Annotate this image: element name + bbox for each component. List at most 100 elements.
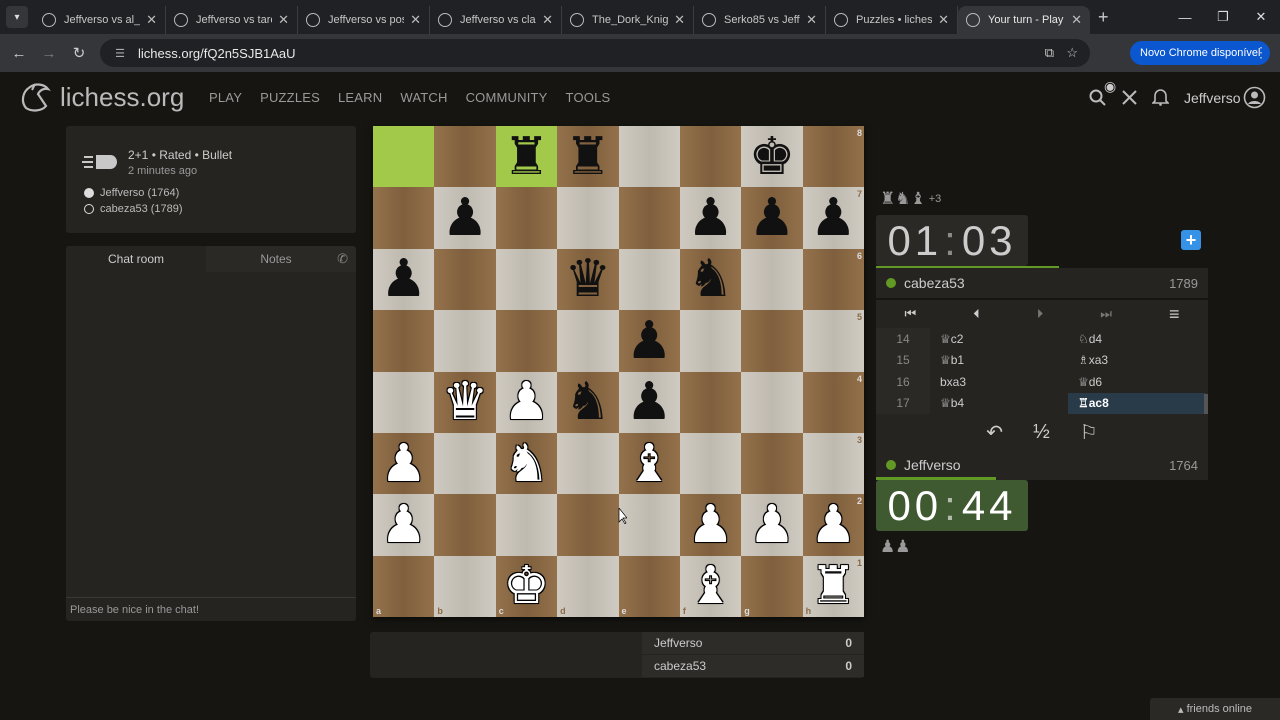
black-rook-icon[interactable]: ♜ <box>565 131 612 183</box>
browser-tab[interactable]: Jeffverso vs al_ar ✕ <box>34 6 166 34</box>
move-list-scrollbar[interactable] <box>1204 394 1208 414</box>
close-tab-icon[interactable]: ✕ <box>542 12 553 28</box>
square-f6[interactable]: ♞ <box>679 248 742 311</box>
square-b4[interactable]: ♛ <box>434 371 496 433</box>
white-pawn-icon[interactable]: ♟ <box>687 499 734 551</box>
offer-draw-button[interactable]: ½ <box>1033 421 1050 444</box>
square-a6[interactable]: ♟ <box>373 248 435 311</box>
black-player-name[interactable]: cabeza53 (1789) <box>100 203 183 215</box>
square-b1[interactable]: b <box>434 555 496 617</box>
new-tab-button[interactable]: + <box>1098 7 1109 28</box>
white-player-entry[interactable]: Jeffverso (1764) <box>84 187 179 199</box>
square-d7[interactable] <box>557 187 619 249</box>
player-name[interactable]: Jeffverso <box>904 457 961 473</box>
square-e7[interactable] <box>618 187 680 249</box>
square-d2[interactable] <box>557 494 619 556</box>
square-g1[interactable]: g <box>741 555 803 617</box>
close-tab-icon[interactable]: ✕ <box>806 12 817 28</box>
black-player-entry[interactable]: cabeza53 (1789) <box>84 203 183 215</box>
black-pawn-icon[interactable]: ♟ <box>810 192 857 244</box>
square-h4[interactable]: 4 <box>802 371 864 433</box>
white-move[interactable]: ♕c2 <box>930 328 1068 350</box>
close-tab-icon[interactable]: ✕ <box>410 12 421 28</box>
nav-tools[interactable]: TOOLS <box>566 90 611 105</box>
square-b7[interactable]: ♟ <box>434 187 496 249</box>
white-rook-icon[interactable]: ♜ <box>810 560 857 612</box>
nav-watch[interactable]: WATCH <box>400 90 447 105</box>
square-h5[interactable]: 5 <box>802 310 864 372</box>
install-app-icon[interactable]: ⧉ <box>1045 45 1054 61</box>
square-c8[interactable]: ♜ <box>495 126 558 188</box>
bookmark-star-icon[interactable]: ☆ <box>1066 45 1078 61</box>
square-c1[interactable]: ♚ c <box>495 555 558 617</box>
tab-notes[interactable]: Notes <box>206 246 346 272</box>
minimize-button[interactable]: — <box>1166 0 1204 34</box>
square-c2[interactable] <box>495 494 558 556</box>
white-pawn-icon[interactable]: ♟ <box>503 376 550 428</box>
black-knight-icon[interactable]: ♞ <box>687 253 734 305</box>
square-b3[interactable] <box>434 432 496 495</box>
black-knight-icon[interactable]: ♞ <box>565 376 612 428</box>
white-pawn-icon[interactable]: ♟ <box>749 499 796 551</box>
crosstable-name[interactable]: cabeza53 <box>654 659 706 673</box>
black-pawn-icon[interactable]: ♟ <box>626 376 673 428</box>
tab-search-dropdown[interactable]: ▾ <box>6 6 28 28</box>
white-move[interactable]: bxa3 <box>930 371 1068 393</box>
white-knight-icon[interactable]: ♞ <box>503 438 550 490</box>
chrome-update-button[interactable]: Novo Chrome disponível <box>1130 41 1271 65</box>
square-c7[interactable] <box>495 187 558 249</box>
square-c6[interactable] <box>495 248 558 311</box>
black-pawn-icon[interactable]: ♟ <box>380 253 427 305</box>
next-move-icon[interactable]: ⏵ <box>1037 306 1044 322</box>
resign-flag-icon[interactable]: ⚐ <box>1080 420 1098 445</box>
white-pawn-icon[interactable]: ♟ <box>380 438 427 490</box>
square-f8[interactable] <box>679 126 742 188</box>
square-g2[interactable]: ♟ <box>741 494 803 556</box>
square-f1[interactable]: ♝ f <box>679 555 742 617</box>
nav-learn[interactable]: LEARN <box>338 90 382 105</box>
square-f5[interactable] <box>679 310 742 372</box>
user-avatar-icon[interactable] <box>1243 86 1266 109</box>
square-e6[interactable] <box>618 248 680 311</box>
square-c5[interactable] <box>495 310 558 372</box>
square-b6[interactable] <box>434 248 496 311</box>
square-g8[interactable]: ♚ <box>741 126 803 188</box>
black-move[interactable]: ♕d6 <box>1068 371 1206 393</box>
add-time-button[interactable]: + <box>1181 230 1201 250</box>
search-icon[interactable] <box>1089 89 1106 106</box>
square-h3[interactable]: 3 <box>802 432 864 495</box>
square-a8[interactable] <box>373 126 435 188</box>
square-g7[interactable]: ♟ <box>741 187 803 249</box>
black-pawn-icon[interactable]: ♟ <box>626 315 673 367</box>
crosstable-name[interactable]: Jeffverso <box>654 636 702 650</box>
friends-online-button[interactable]: ▴ friends online <box>1150 698 1280 720</box>
square-f7[interactable]: ♟ <box>679 187 742 249</box>
square-b8[interactable] <box>434 126 496 188</box>
square-e8[interactable] <box>618 126 680 188</box>
square-f3[interactable] <box>679 432 742 495</box>
square-d3[interactable] <box>557 432 619 495</box>
square-a4[interactable] <box>373 371 435 433</box>
square-d1[interactable]: d <box>557 555 619 617</box>
voice-chat-icon[interactable]: ✆ <box>337 251 348 267</box>
first-move-icon[interactable]: ⏮ <box>905 306 917 322</box>
white-queen-icon[interactable]: ♛ <box>442 376 489 428</box>
prev-move-icon[interactable]: ⏴ <box>973 306 980 322</box>
white-pawn-icon[interactable]: ♟ <box>810 499 857 551</box>
close-tab-icon[interactable]: ✕ <box>1071 12 1082 28</box>
takeback-icon[interactable]: ↶ <box>986 420 1003 445</box>
white-move[interactable]: ♕b1 <box>930 350 1068 372</box>
square-e3[interactable]: ♝ <box>618 432 680 495</box>
square-a1[interactable]: a <box>373 555 435 617</box>
square-a5[interactable] <box>373 310 435 372</box>
white-pawn-icon[interactable]: ♟ <box>380 499 427 551</box>
browser-tab[interactable]: Jeffverso vs clag ✕ <box>430 6 562 34</box>
square-h7[interactable]: ♟ 7 <box>802 187 864 249</box>
square-a7[interactable] <box>373 187 435 249</box>
square-d4[interactable]: ♞ <box>557 371 619 433</box>
opponent-name[interactable]: cabeza53 <box>904 275 965 291</box>
black-move[interactable]: ♖ac8 <box>1068 392 1206 414</box>
browser-tab[interactable]: Serko85 vs Jeffv ✕ <box>694 6 826 34</box>
white-king-icon[interactable]: ♚ <box>503 560 550 612</box>
last-move-icon[interactable]: ⏭ <box>1100 306 1112 322</box>
